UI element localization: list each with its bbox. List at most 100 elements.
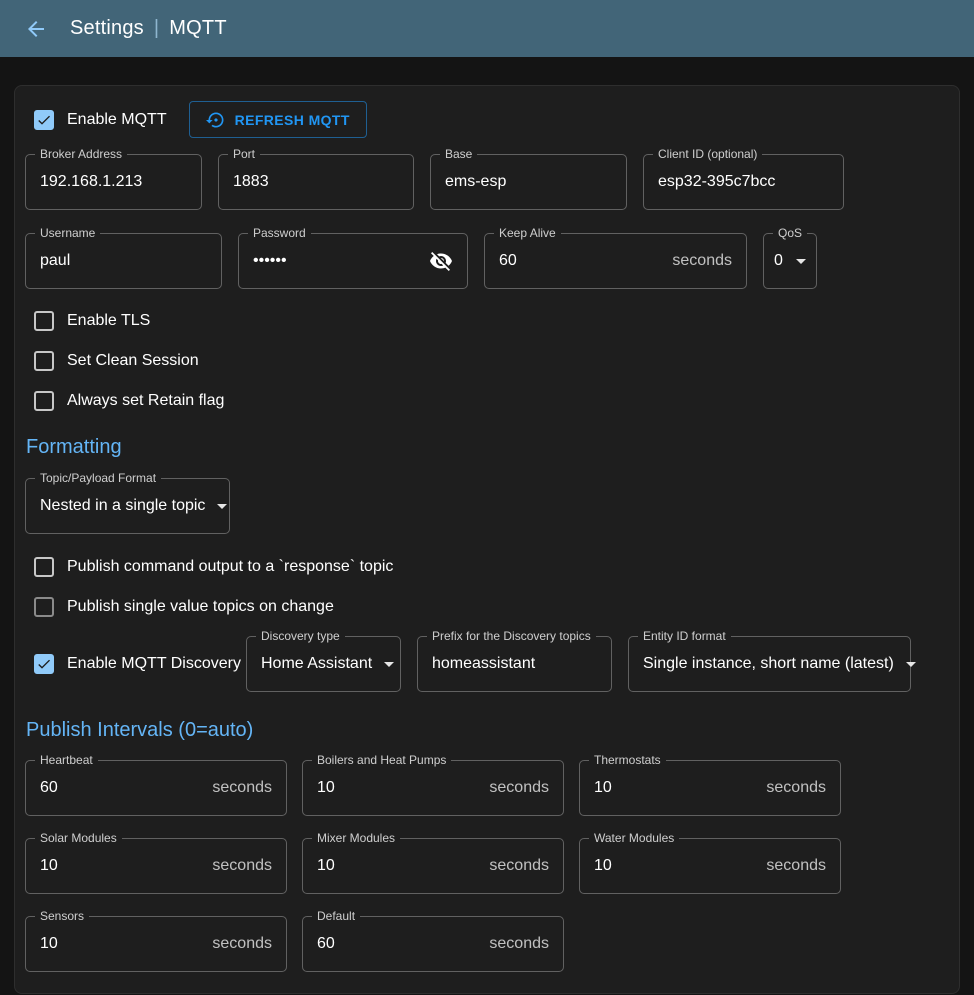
- thermostats-value: 10: [594, 779, 612, 797]
- toggle-password-visibility-button[interactable]: [429, 249, 453, 273]
- topic-payload-format-select[interactable]: Topic/Payload Format Nested in a single …: [25, 478, 230, 534]
- enable-discovery-group: Enable MQTT Discovery: [25, 644, 246, 684]
- default-interval-value: 60: [317, 935, 335, 953]
- publish-response-row: Publish command output to a `response` t…: [25, 547, 949, 587]
- publish-intervals-grid: Heartbeat 60 seconds Boilers and Heat Pu…: [25, 760, 860, 972]
- publish-response-checkbox[interactable]: [34, 557, 54, 577]
- qos-select[interactable]: QoS 0: [763, 233, 817, 289]
- default-interval-label: Default: [312, 909, 360, 923]
- refresh-mqtt-label: REFRESH MQTT: [235, 112, 350, 128]
- topic-payload-format-label: Topic/Payload Format: [35, 471, 161, 485]
- chevron-down-icon: [906, 662, 916, 667]
- discovery-fields: Discovery type Home Assistant Prefix for…: [246, 636, 911, 692]
- password-field[interactable]: Password ••••••: [238, 233, 468, 289]
- chevron-down-icon: [217, 504, 227, 509]
- enable-tls-label: Enable TLS: [67, 312, 150, 330]
- entity-id-format-value: Single instance, short name (latest): [643, 655, 894, 673]
- solar-modules-value: 10: [40, 857, 58, 875]
- thermostats-field[interactable]: Thermostats 10 seconds: [579, 760, 841, 816]
- connection-fields-row: Broker Address 192.168.1.213 Port 1883 B…: [25, 154, 949, 210]
- water-modules-value: 10: [594, 857, 612, 875]
- arrow-back-icon: [24, 17, 48, 41]
- base-label: Base: [440, 147, 477, 161]
- enable-discovery-label: Enable MQTT Discovery: [67, 655, 241, 673]
- auth-fields-row: Username paul Password •••••• Keep Alive…: [25, 233, 949, 289]
- base-field[interactable]: Base ems-esp: [430, 154, 627, 210]
- discovery-prefix-label: Prefix for the Discovery topics: [427, 629, 596, 643]
- solar-modules-field[interactable]: Solar Modules 10 seconds: [25, 838, 287, 894]
- enable-mqtt-label: Enable MQTT: [67, 111, 167, 129]
- solar-modules-label: Solar Modules: [35, 831, 122, 845]
- app-bar: Settings | MQTT: [0, 0, 974, 57]
- formatting-heading: Formatting: [26, 436, 949, 459]
- mqtt-discovery-row: Enable MQTT Discovery Discovery type Hom…: [25, 636, 949, 692]
- broker-address-field[interactable]: Broker Address 192.168.1.213: [25, 154, 202, 210]
- formatting-options: Publish command output to a `response` t…: [25, 547, 949, 627]
- water-modules-field[interactable]: Water Modules 10 seconds: [579, 838, 841, 894]
- keep-alive-suffix: seconds: [672, 252, 732, 270]
- qos-value: 0: [774, 252, 783, 270]
- discovery-type-value: Home Assistant: [261, 655, 372, 673]
- clean-session-checkbox[interactable]: [34, 351, 54, 371]
- back-button[interactable]: [16, 9, 56, 49]
- heartbeat-value: 60: [40, 779, 58, 797]
- password-label: Password: [248, 226, 311, 240]
- port-label: Port: [228, 147, 260, 161]
- client-id-value: esp32-395c7bcc: [658, 173, 775, 191]
- default-interval-suffix: seconds: [489, 935, 549, 953]
- entity-id-format-label: Entity ID format: [638, 629, 731, 643]
- title-settings: Settings: [70, 17, 144, 40]
- sensors-value: 10: [40, 935, 58, 953]
- thermostats-suffix: seconds: [766, 779, 826, 797]
- entity-id-format-select[interactable]: Entity ID format Single instance, short …: [628, 636, 911, 692]
- chevron-down-icon: [384, 662, 394, 667]
- broker-address-label: Broker Address: [35, 147, 127, 161]
- enable-mqtt-checkbox[interactable]: [34, 110, 54, 130]
- sensors-label: Sensors: [35, 909, 89, 923]
- port-field[interactable]: Port 1883: [218, 154, 414, 210]
- publish-single-row: Publish single value topics on change: [25, 587, 949, 627]
- refresh-mqtt-button[interactable]: REFRESH MQTT: [189, 101, 367, 138]
- heartbeat-label: Heartbeat: [35, 753, 98, 767]
- water-modules-suffix: seconds: [766, 857, 826, 875]
- boilers-label: Boilers and Heat Pumps: [312, 753, 451, 767]
- sensors-field[interactable]: Sensors 10 seconds: [25, 916, 287, 972]
- boilers-value: 10: [317, 779, 335, 797]
- discovery-type-select[interactable]: Discovery type Home Assistant: [246, 636, 401, 692]
- publish-intervals-heading: Publish Intervals (0=auto): [26, 719, 949, 742]
- base-value: ems-esp: [445, 173, 506, 191]
- mixer-modules-suffix: seconds: [489, 857, 549, 875]
- publish-single-label: Publish single value topics on change: [67, 598, 334, 616]
- retain-flag-checkbox[interactable]: [34, 391, 54, 411]
- thermostats-label: Thermostats: [589, 753, 666, 767]
- username-field[interactable]: Username paul: [25, 233, 222, 289]
- publish-single-checkbox[interactable]: [34, 597, 54, 617]
- keep-alive-value: 60: [499, 252, 517, 270]
- enable-tls-checkbox[interactable]: [34, 311, 54, 331]
- discovery-type-label: Discovery type: [256, 629, 345, 643]
- topic-payload-format-value: Nested in a single topic: [40, 497, 205, 515]
- heartbeat-field[interactable]: Heartbeat 60 seconds: [25, 760, 287, 816]
- mixer-modules-field[interactable]: Mixer Modules 10 seconds: [302, 838, 564, 894]
- client-id-field[interactable]: Client ID (optional) esp32-395c7bcc: [643, 154, 844, 210]
- water-modules-label: Water Modules: [589, 831, 679, 845]
- keep-alive-label: Keep Alive: [494, 226, 561, 240]
- discovery-prefix-value: homeassistant: [432, 655, 535, 673]
- boilers-field[interactable]: Boilers and Heat Pumps 10 seconds: [302, 760, 564, 816]
- check-icon: [36, 656, 52, 672]
- mixer-modules-value: 10: [317, 857, 335, 875]
- boilers-suffix: seconds: [489, 779, 549, 797]
- keep-alive-field[interactable]: Keep Alive 60 seconds: [484, 233, 747, 289]
- enable-discovery-checkbox[interactable]: [34, 654, 54, 674]
- default-interval-field[interactable]: Default 60 seconds: [302, 916, 564, 972]
- sensors-suffix: seconds: [212, 935, 272, 953]
- title-section: MQTT: [169, 17, 226, 40]
- discovery-prefix-field[interactable]: Prefix for the Discovery topics homeassi…: [417, 636, 612, 692]
- client-id-label: Client ID (optional): [653, 147, 762, 161]
- check-icon: [36, 112, 52, 128]
- publish-response-label: Publish command output to a `response` t…: [67, 558, 393, 576]
- enable-mqtt-row: Enable MQTT REFRESH MQTT: [25, 101, 949, 138]
- retain-flag-label: Always set Retain flag: [67, 392, 224, 410]
- title-divider: |: [154, 17, 159, 40]
- chevron-down-icon: [796, 259, 806, 264]
